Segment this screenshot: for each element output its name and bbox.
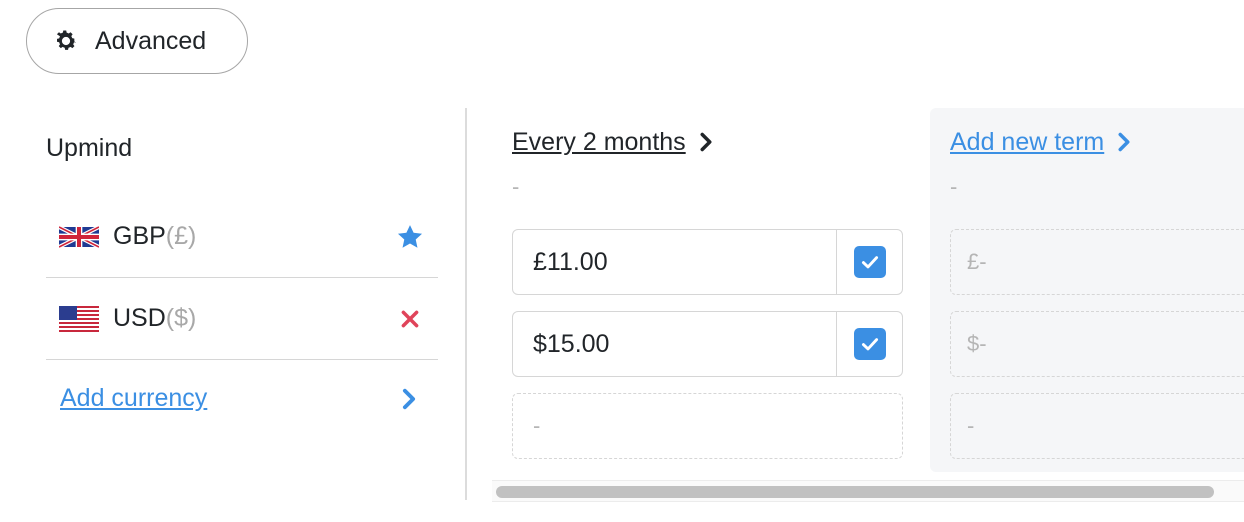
term-subtitle: - [512, 174, 520, 199]
checkmark-icon [861, 256, 878, 269]
column-divider [465, 108, 467, 500]
advanced-label: Advanced [95, 26, 207, 55]
currency-row-gbp: GBP (£) [46, 196, 438, 278]
uk-flag-icon [59, 224, 99, 249]
currency-row-usd: USD ($) [46, 278, 438, 360]
close-icon[interactable] [396, 305, 424, 333]
price-field-usd [512, 311, 903, 377]
checkbox-checked[interactable] [853, 246, 886, 278]
horizontal-scrollbar[interactable] [492, 480, 1244, 502]
currency-symbol: ($) [165, 304, 197, 332]
chevron-right-icon [700, 132, 712, 152]
term-title-link[interactable]: Every 2 months [512, 128, 714, 157]
add-currency-link[interactable]: Add currency [60, 384, 207, 413]
price-field-empty[interactable]: - [512, 393, 903, 459]
star-icon[interactable] [396, 223, 424, 251]
us-flag-icon [59, 305, 99, 332]
currency-symbol: (£) [165, 222, 197, 250]
advanced-button[interactable]: Advanced [26, 8, 248, 74]
price-input[interactable] [513, 312, 837, 376]
price-field-gbp [512, 229, 903, 295]
ghost-price-field[interactable]: - [950, 393, 1244, 459]
chevron-right-icon[interactable] [400, 388, 418, 410]
new-term-subtitle: - [950, 174, 958, 199]
price-input[interactable] [513, 230, 837, 294]
scrollbar-thumb[interactable] [496, 486, 1214, 498]
product-name: Upmind [46, 134, 133, 162]
checkbox-checked[interactable] [853, 328, 886, 360]
checkbox-cell [836, 230, 902, 294]
currency-code: GBP [113, 222, 166, 250]
term-title: Every 2 months [512, 128, 686, 156]
checkmark-icon [861, 338, 878, 351]
ghost-price-field[interactable]: $- [950, 311, 1244, 377]
checkbox-cell [836, 312, 902, 376]
ghost-price-field[interactable]: £- [950, 229, 1244, 295]
add-new-term-label: Add new term [950, 128, 1105, 156]
currency-code: USD [113, 304, 166, 332]
add-new-term-link[interactable]: Add new term [950, 128, 1132, 157]
new-term-column: Add new term - £- $- - [930, 108, 1244, 472]
gear-icon [56, 30, 77, 50]
chevron-right-icon [1118, 132, 1130, 152]
